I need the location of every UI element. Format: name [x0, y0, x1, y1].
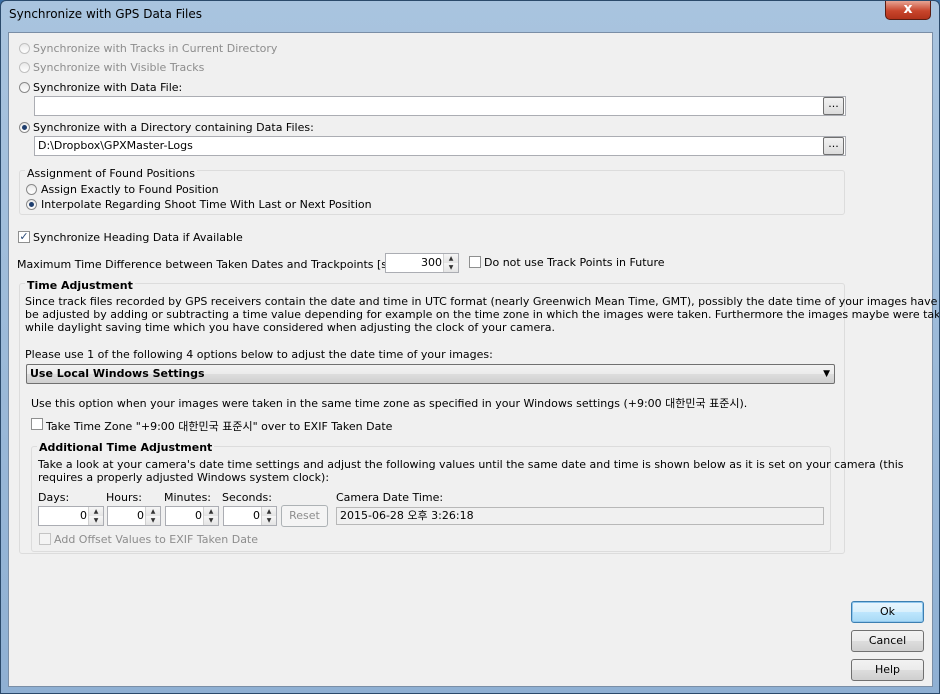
radio-tracks-current-dir[interactable] — [19, 43, 30, 54]
seconds-spinner[interactable]: 0 ▲ ▼ — [223, 506, 277, 526]
ok-button[interactable]: Ok — [851, 601, 924, 623]
camera-date-time-field[interactable]: 2015-06-28 오후 3:26:18 — [336, 507, 824, 525]
label-future: Do not use Track Points in Future — [484, 256, 665, 269]
cancel-button[interactable]: Cancel — [851, 630, 924, 652]
time-option-dropdown[interactable]: Use Local Windows Settings ▼ — [26, 364, 835, 384]
label-add-offset: Add Offset Values to EXIF Taken Date — [54, 533, 259, 546]
minutes-value: 0 — [195, 509, 202, 522]
title-bar[interactable]: Synchronize with GPS Data Files x — [1, 1, 939, 27]
minutes-arrows[interactable]: ▲ ▼ — [203, 507, 218, 525]
assignment-title: Assignment of Found Positions — [25, 167, 198, 180]
time-adjustment-title: Time Adjustment — [25, 279, 135, 292]
spin-down-icon[interactable]: ▼ — [262, 516, 276, 525]
label-directory: Synchronize with a Directory containing … — [33, 121, 314, 134]
label-visible-tracks: Synchronize with Visible Tracks — [33, 61, 205, 74]
max-diff-value: 300 — [421, 256, 442, 269]
radio-visible-tracks[interactable] — [19, 62, 30, 73]
max-diff-spinner[interactable]: 300 ▲ ▼ — [385, 253, 459, 273]
help-button[interactable]: Help — [851, 659, 924, 681]
label-interpolate: Interpolate Regarding Shoot Time With La… — [41, 198, 372, 211]
label-heading: Synchronize Heading Data if Available — [33, 231, 243, 244]
additional-desc-2: requires a properly adjusted Windows sys… — [38, 471, 330, 484]
spin-down-icon[interactable]: ▼ — [89, 516, 103, 525]
label-data-file: Synchronize with Data File: — [33, 81, 183, 94]
time-adjustment-desc-2: be adjusted by adding or subtracting a t… — [25, 308, 940, 321]
label-days: Days: — [38, 491, 70, 504]
time-adjustment-desc-3: while daylight saving time which you hav… — [25, 321, 556, 334]
chevron-down-icon: ▼ — [823, 369, 830, 379]
days-spinner[interactable]: 0 ▲ ▼ — [38, 506, 104, 526]
spin-down-icon[interactable]: ▼ — [444, 263, 458, 272]
label-max-diff: Maximum Time Difference between Taken Da… — [17, 258, 435, 271]
label-camera-date-time: Camera Date Time: — [336, 491, 444, 504]
heading-checkbox[interactable]: ✓ — [18, 231, 30, 243]
future-checkbox[interactable] — [469, 256, 481, 268]
close-button[interactable]: x — [885, 1, 931, 20]
label-tracks-current-dir: Synchronize with Tracks in Current Direc… — [33, 42, 278, 55]
max-diff-arrows[interactable]: ▲ ▼ — [443, 254, 458, 272]
option-info: Use this option when your images were ta… — [31, 397, 748, 410]
hours-arrows[interactable]: ▲ ▼ — [145, 507, 160, 525]
seconds-arrows[interactable]: ▲ ▼ — [261, 507, 276, 525]
add-offset-checkbox[interactable] — [39, 533, 51, 545]
additional-desc-1: Take a look at your camera's date time s… — [38, 458, 904, 471]
take-timezone-checkbox[interactable] — [31, 418, 43, 430]
spin-up-icon[interactable]: ▲ — [146, 507, 160, 516]
reset-button[interactable]: Reset — [281, 505, 328, 527]
days-arrows[interactable]: ▲ ▼ — [88, 507, 103, 525]
spin-up-icon[interactable]: ▲ — [204, 507, 218, 516]
directory-input[interactable]: D:\Dropbox\GPXMaster-Logs — [34, 136, 846, 156]
spin-up-icon[interactable]: ▲ — [89, 507, 103, 516]
hours-spinner[interactable]: 0 ▲ ▼ — [107, 506, 161, 526]
label-minutes: Minutes: — [164, 491, 212, 504]
label-assign-exact: Assign Exactly to Found Position — [41, 183, 219, 196]
minutes-spinner[interactable]: 0 ▲ ▼ — [165, 506, 219, 526]
spin-down-icon[interactable]: ▼ — [146, 516, 160, 525]
additional-title: Additional Time Adjustment — [37, 441, 215, 454]
browse-directory-button[interactable]: ... — [823, 137, 844, 155]
days-value: 0 — [80, 509, 87, 522]
radio-interpolate[interactable] — [26, 199, 37, 210]
hours-value: 0 — [137, 509, 144, 522]
spin-up-icon[interactable]: ▲ — [262, 507, 276, 516]
dialog-window: Synchronize with GPS Data Files x Synchr… — [0, 0, 940, 694]
dialog-client-area: Synchronize with Tracks in Current Direc… — [8, 32, 939, 687]
label-hours: Hours: — [106, 491, 142, 504]
browse-data-file-button[interactable]: ... — [823, 97, 844, 115]
options-prompt: Please use 1 of the following 4 options … — [25, 348, 493, 361]
label-seconds: Seconds: — [222, 491, 272, 504]
spin-down-icon[interactable]: ▼ — [204, 516, 218, 525]
radio-assign-exact[interactable] — [26, 184, 37, 195]
data-file-input[interactable] — [34, 96, 846, 116]
radio-data-file[interactable] — [19, 82, 30, 93]
seconds-value: 0 — [253, 509, 260, 522]
radio-directory[interactable] — [19, 122, 30, 133]
time-option-selected: Use Local Windows Settings — [30, 367, 205, 380]
window-title: Synchronize with GPS Data Files — [9, 7, 203, 21]
label-take-timezone: Take Time Zone "+9:00 대한민국 표준시" over to … — [46, 420, 393, 433]
spin-up-icon[interactable]: ▲ — [444, 254, 458, 263]
time-adjustment-desc-1: Since track files recorded by GPS receiv… — [25, 295, 940, 308]
